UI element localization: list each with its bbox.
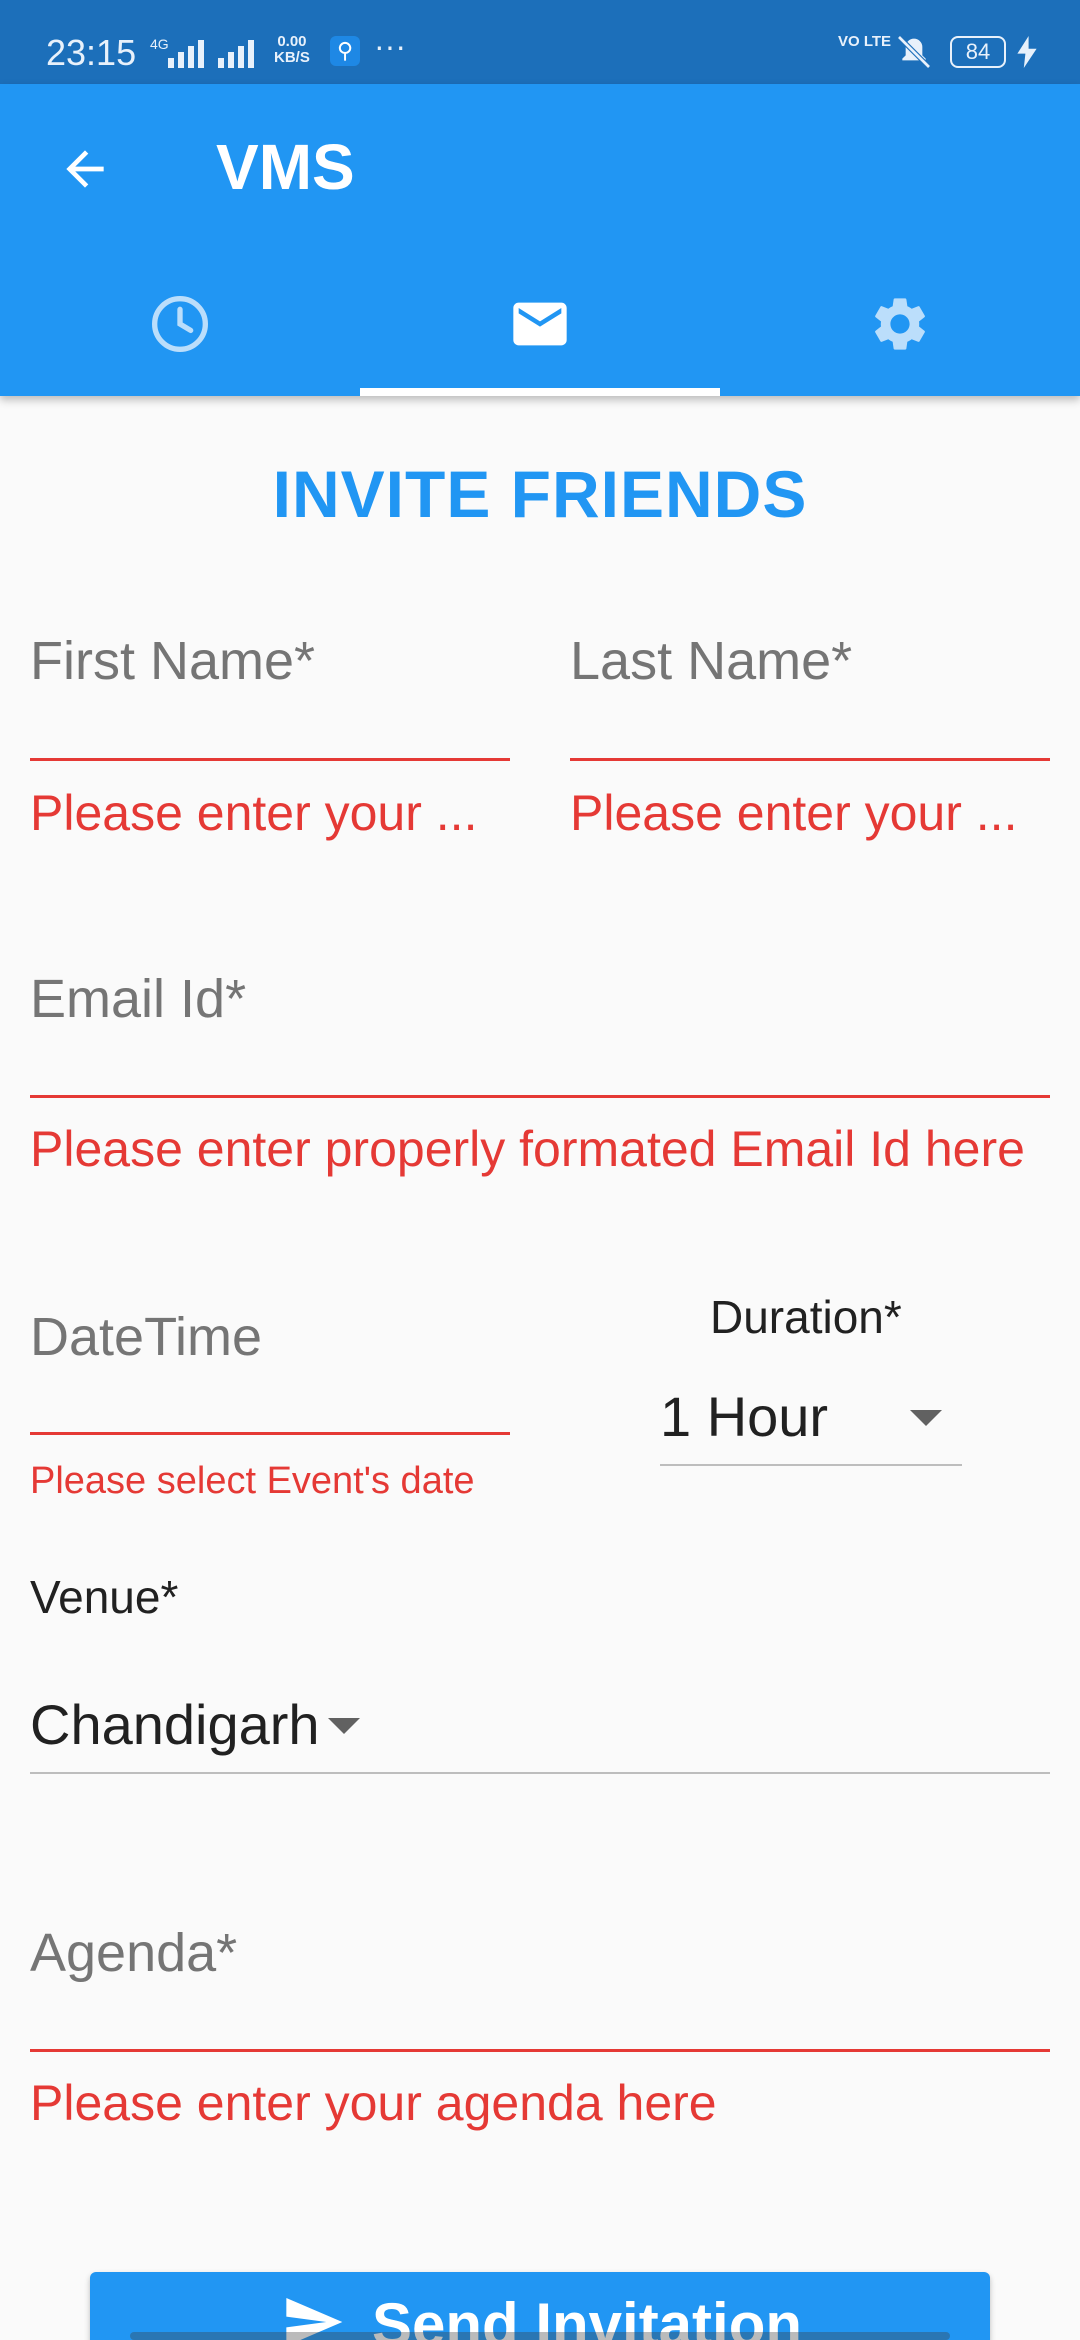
chevron-down-icon[interactable] xyxy=(910,1410,942,1426)
charging-icon xyxy=(1017,36,1037,68)
last-name-field[interactable]: Last Name* xyxy=(570,630,852,692)
venue-label: Venue* xyxy=(30,1571,179,1623)
chevron-down-icon[interactable] xyxy=(328,1718,360,1734)
page-title: INVITE FRIENDS xyxy=(272,457,808,531)
agenda-field[interactable]: Agenda* xyxy=(30,1922,237,1984)
tab-invite[interactable] xyxy=(360,284,720,396)
datetime-error: Please select Event's date xyxy=(30,1460,475,1502)
first-name-error: Please enter your ... xyxy=(30,785,478,841)
last-name-error: Please enter your ... xyxy=(570,785,1018,841)
navigation-handle xyxy=(130,2332,950,2340)
last-name-underline xyxy=(570,758,1050,761)
tab-indicator xyxy=(360,388,720,396)
tab-history[interactable] xyxy=(0,284,360,396)
app-bar: VMS xyxy=(0,84,1080,396)
duration-dropdown[interactable]: 1 Hour xyxy=(660,1384,828,1449)
first-name-underline xyxy=(30,758,510,761)
status-bar: 23:15 4G 0.00 KB/S ⚲ ··· VO LTE 84 xyxy=(0,0,1080,84)
signal-icon xyxy=(168,36,204,68)
usb-icon: ⚲ xyxy=(330,36,360,66)
email-underline xyxy=(30,1095,1050,1098)
more-notifications-icon: ··· xyxy=(374,28,406,64)
send-invitation-button[interactable]: Send Invitation xyxy=(90,2272,990,2340)
venue-underline xyxy=(30,1772,1050,1774)
duration-underline xyxy=(660,1464,962,1466)
app-title: VMS xyxy=(216,131,355,203)
network-type: 4G xyxy=(150,36,169,52)
net-speed: 0.00 KB/S xyxy=(274,33,310,66)
datetime-underline xyxy=(30,1432,510,1435)
agenda-underline xyxy=(30,2049,1050,2052)
vibrate-mute-icon xyxy=(897,35,931,69)
datetime-field[interactable]: DateTime xyxy=(30,1306,262,1368)
agenda-error: Please enter your agenda here xyxy=(30,2075,717,2131)
venue-dropdown[interactable]: Chandigarh xyxy=(30,1692,320,1757)
mail-icon xyxy=(513,302,567,346)
duration-label: Duration* xyxy=(710,1291,902,1343)
email-field[interactable]: Email Id* xyxy=(30,968,246,1030)
first-name-field[interactable]: First Name* xyxy=(30,630,315,692)
gear-icon xyxy=(875,298,925,350)
clock-icon xyxy=(152,296,208,352)
arrow-left-icon xyxy=(66,150,104,188)
volte-indicator: VO LTE xyxy=(838,33,892,50)
email-error: Please enter properly formated Email Id … xyxy=(30,1121,1025,1177)
tab-settings[interactable] xyxy=(720,284,1080,396)
battery-indicator: 84 xyxy=(950,36,1006,68)
status-time: 23:15 xyxy=(46,32,137,73)
back-button[interactable] xyxy=(50,134,120,204)
signal-icon-2 xyxy=(218,36,254,68)
